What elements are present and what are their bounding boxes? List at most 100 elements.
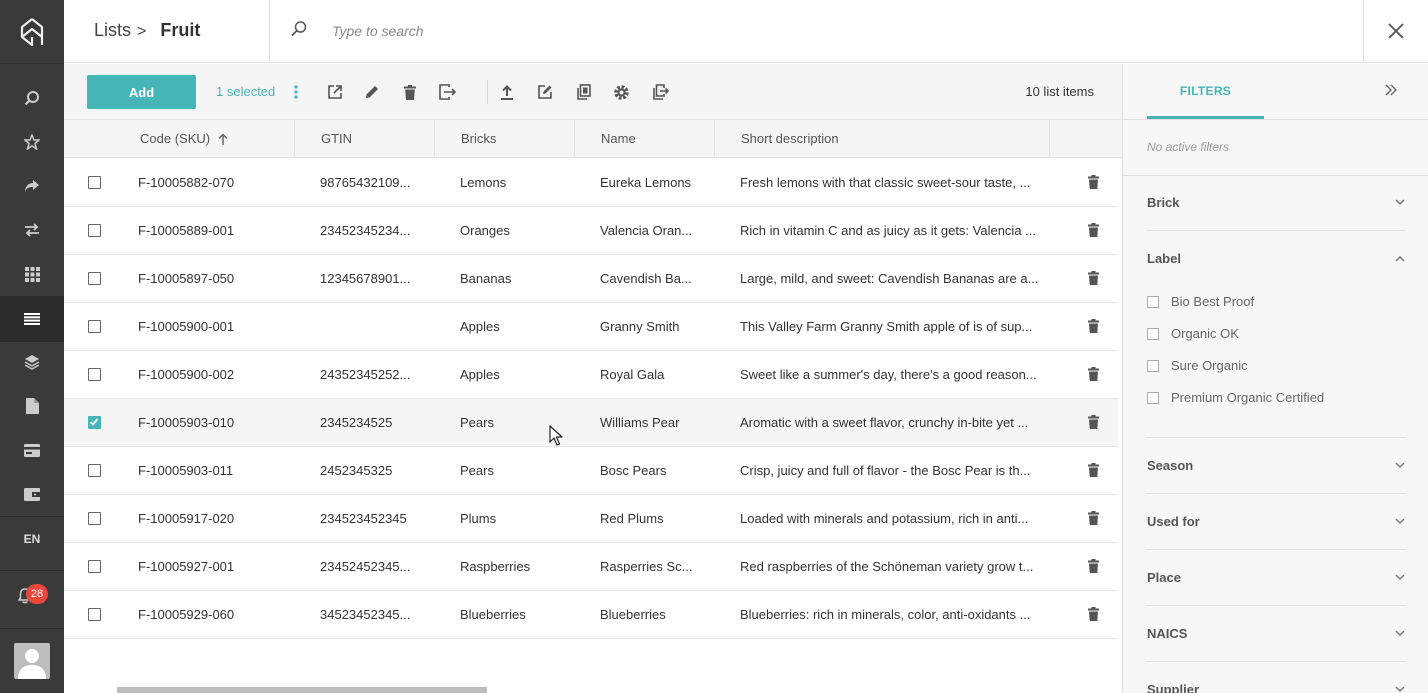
- filter-section-season[interactable]: Season: [1147, 438, 1405, 494]
- upload-button[interactable]: [497, 82, 517, 102]
- user-icon: [18, 649, 46, 679]
- filter-section-brick[interactable]: Brick: [1147, 175, 1405, 231]
- filter-section-used-for[interactable]: Used for: [1147, 494, 1405, 550]
- table-row[interactable]: F-10005900-002 24352345252... Apples Royal …: [64, 351, 1118, 399]
- nav-share[interactable]: [0, 164, 64, 208]
- nav-wallet[interactable]: [0, 472, 64, 516]
- avatar[interactable]: [14, 643, 50, 679]
- column-header-name[interactable]: Name: [575, 120, 715, 158]
- horizontal-scrollbar[interactable]: [117, 687, 487, 693]
- row-checkbox[interactable]: [88, 224, 101, 237]
- filter-option-checkbox[interactable]: [1147, 392, 1159, 404]
- layers-icon: [24, 355, 40, 370]
- settings-button[interactable]: [611, 82, 631, 102]
- export-button[interactable]: [438, 82, 458, 102]
- nav-transfer[interactable]: [0, 208, 64, 252]
- filter-section-title: NAICS: [1147, 626, 1188, 641]
- nav-cards[interactable]: [0, 428, 64, 472]
- filter-option-checkbox[interactable]: [1147, 360, 1159, 372]
- row-checkbox[interactable]: [88, 464, 101, 477]
- delete-button[interactable]: [400, 82, 420, 102]
- add-button[interactable]: Add: [87, 75, 196, 109]
- tab-filters[interactable]: FILTERS: [1147, 64, 1264, 119]
- list-item-count: 10 list items: [1025, 84, 1094, 99]
- row-checkbox[interactable]: [88, 176, 101, 189]
- star-icon: [24, 134, 40, 150]
- wallet-icon: [24, 488, 40, 501]
- filter-option-label: Bio Best Proof: [1171, 294, 1255, 309]
- delete-row-icon[interactable]: [1088, 511, 1099, 525]
- delete-row-icon[interactable]: [1088, 271, 1099, 285]
- cell-brick: Apples: [460, 367, 500, 382]
- table-row[interactable]: F-10005927-001 23452452345... Raspberries R…: [64, 543, 1118, 591]
- selection-count[interactable]: 1 selected: [216, 84, 275, 99]
- filter-section-supplier[interactable]: Supplier: [1147, 662, 1405, 693]
- list-icon: [24, 313, 40, 325]
- filter-option-checkbox[interactable]: [1147, 296, 1159, 308]
- row-checkbox[interactable]: [88, 368, 101, 381]
- cell-gtin: 2452345325: [320, 463, 393, 478]
- delete-row-icon[interactable]: [1088, 463, 1099, 477]
- breadcrumb-separator: >: [137, 23, 147, 40]
- share-icon: [25, 180, 39, 192]
- filter-option-checkbox[interactable]: [1147, 328, 1159, 340]
- close-icon[interactable]: [1387, 22, 1405, 40]
- language-switch[interactable]: EN: [0, 532, 64, 546]
- more-options-button[interactable]: [286, 82, 306, 102]
- column-header-short-description[interactable]: Short description: [715, 120, 1050, 158]
- cell-sku: F-10005882-070: [138, 175, 235, 190]
- search-input[interactable]: [332, 18, 1032, 44]
- card-icon: [24, 443, 40, 457]
- table-row[interactable]: F-10005929-060 34523452345... Blueberries B…: [64, 591, 1118, 639]
- row-checkbox[interactable]: [88, 320, 101, 333]
- breadcrumb-parent[interactable]: Lists: [94, 20, 131, 40]
- collapse-panel-icon[interactable]: [1385, 84, 1397, 96]
- nav-documents[interactable]: [0, 384, 64, 428]
- row-checkbox[interactable]: [88, 416, 101, 429]
- duplicate-button[interactable]: [650, 82, 670, 102]
- column-header-bricks[interactable]: Bricks: [435, 120, 575, 158]
- row-checkbox[interactable]: [88, 560, 101, 573]
- filter-section-place[interactable]: Place: [1147, 550, 1405, 606]
- logo[interactable]: [0, 0, 64, 64]
- cell-gtin: 234523452345: [320, 511, 407, 526]
- table-row[interactable]: F-10005889-001 23452345234... Oranges Valen…: [64, 207, 1118, 255]
- delete-row-icon[interactable]: [1088, 319, 1099, 333]
- table-row[interactable]: F-10005903-011 2452345325 Pears Bosc Pears C…: [64, 447, 1118, 495]
- filter-option-label: Sure Organic: [1171, 358, 1248, 373]
- table-row[interactable]: F-10005903-010 2345234525 Pears Williams Pe…: [64, 399, 1118, 447]
- table-row[interactable]: F-10005900-001 Apples Granny Smith This Val…: [64, 303, 1118, 351]
- nav-favorites[interactable]: [0, 120, 64, 164]
- open-external-button[interactable]: [325, 82, 345, 102]
- cell-sku: F-10005900-001: [138, 319, 235, 334]
- nav-lists[interactable]: [0, 297, 64, 341]
- delete-row-icon[interactable]: [1088, 607, 1099, 621]
- filter-section-naics[interactable]: NAICS: [1147, 606, 1405, 662]
- table-row[interactable]: F-10005882-070 98765432109... Lemons Eureka…: [64, 159, 1118, 207]
- delete-row-icon[interactable]: [1088, 559, 1099, 573]
- cell-brick: Blueberries: [460, 607, 526, 622]
- nav-layers[interactable]: [0, 340, 64, 384]
- logo-icon: [20, 17, 44, 46]
- breadcrumb: Lists > Fruit: [94, 20, 200, 41]
- cell-desc: Aromatic with a sweet flavor, crunchy in…: [740, 415, 1029, 430]
- delete-row-icon[interactable]: [1088, 415, 1099, 429]
- nav-search[interactable]: [0, 76, 64, 120]
- row-checkbox[interactable]: [88, 608, 101, 621]
- column-header-sku[interactable]: Code (SKU): [64, 120, 295, 158]
- bulk-edit-button[interactable]: [535, 82, 555, 102]
- cell-name: Williams Pear: [600, 415, 680, 430]
- filter-section-title: Supplier: [1147, 682, 1200, 693]
- table-row[interactable]: F-10005917-020 234523452345 Plums Red Plums…: [64, 495, 1118, 543]
- column-header-gtin[interactable]: GTIN: [295, 120, 435, 158]
- row-checkbox[interactable]: [88, 512, 101, 525]
- table-row[interactable]: F-10005897-050 12345678901... Bananas Caven…: [64, 255, 1118, 303]
- delete-row-icon[interactable]: [1088, 223, 1099, 237]
- copy-button[interactable]: [573, 82, 593, 102]
- nav-grid[interactable]: [0, 252, 64, 296]
- delete-row-icon[interactable]: [1088, 175, 1099, 189]
- edit-button[interactable]: [362, 82, 382, 102]
- row-checkbox[interactable]: [88, 272, 101, 285]
- cell-brick: Oranges: [460, 223, 510, 238]
- delete-row-icon[interactable]: [1088, 367, 1099, 381]
